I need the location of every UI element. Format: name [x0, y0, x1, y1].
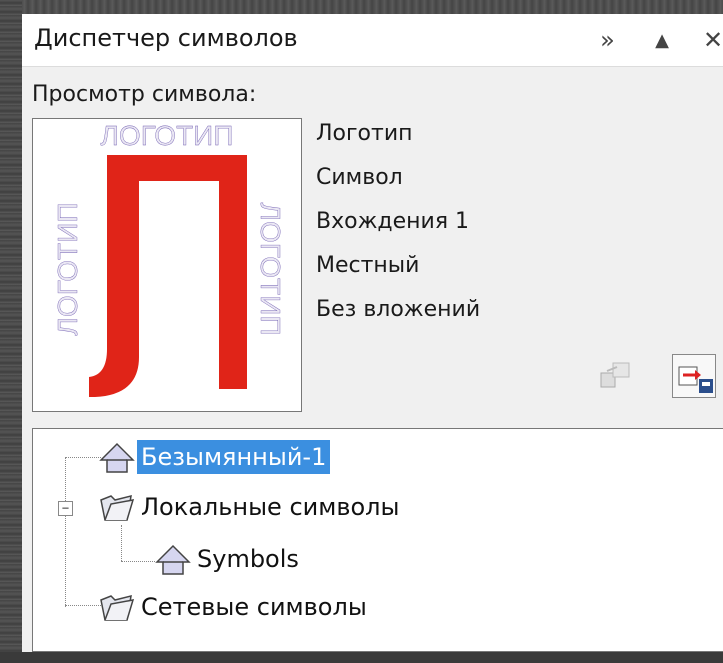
- tree-connector: [121, 525, 122, 561]
- tree-item-label: Локальные символы: [141, 493, 400, 521]
- tree-item-local-symbols[interactable]: Локальные символы: [97, 487, 403, 527]
- collapse-up-button[interactable]: ▲: [644, 20, 680, 60]
- symbol-info: Логотип Символ Вхождения 1 Местный Без в…: [316, 118, 480, 338]
- background-top: [0, 0, 723, 14]
- symbol-manager-panel: Диспетчер символов » ▲ ✕ Просмотр символ…: [22, 14, 723, 652]
- symbol-tree: − Безымянный-1 Локальные символы Symbols: [32, 428, 723, 652]
- preview-label: Просмотр символа:: [32, 82, 257, 107]
- logo-letter: [89, 155, 247, 397]
- export-library-button[interactable]: [672, 354, 716, 398]
- symbol-name: Логотип: [316, 121, 413, 146]
- logo-text-top: ЛОГОТИП: [101, 120, 234, 151]
- tree-item-symbols[interactable]: Symbols: [153, 539, 303, 579]
- panel-titlebar: Диспетчер символов » ▲ ✕: [22, 14, 723, 67]
- insert-symbol-button[interactable]: [594, 354, 638, 398]
- symbol-icon: [99, 442, 135, 473]
- symbol-type: Символ: [316, 165, 403, 190]
- panel-title: Диспетчер символов: [34, 24, 298, 52]
- logo-preview-image: ЛОГОТИП ЛОГОТИП ЛОГОТИП: [52, 120, 286, 397]
- tree-connector: [121, 561, 155, 562]
- insert-symbol-icon: [600, 362, 630, 388]
- tree-item-network-symbols[interactable]: Сетевые символы: [97, 587, 371, 627]
- close-button[interactable]: ✕: [698, 20, 723, 60]
- folder-icon: [100, 594, 135, 621]
- tree-connector: [65, 457, 101, 458]
- logo-text-right: ЛОГОТИП: [255, 203, 286, 336]
- symbol-nesting: Без вложений: [316, 297, 481, 322]
- tree-connector: [65, 457, 66, 607]
- tree-item-label: Symbols: [197, 545, 299, 573]
- export-library-icon: [678, 366, 713, 393]
- symbol-icon: [155, 544, 191, 575]
- expand-button[interactable]: »: [588, 20, 624, 60]
- tree-item-label: Сетевые символы: [141, 593, 367, 621]
- logo-text-left: ЛОГОТИП: [52, 203, 83, 336]
- background-left: [0, 0, 22, 663]
- tree-connector: [65, 605, 101, 606]
- symbol-occurrences: Вхождения 1: [316, 209, 470, 234]
- background-bottom: [0, 652, 723, 663]
- tree-expander-local[interactable]: −: [58, 501, 73, 516]
- folder-icon: [100, 494, 135, 521]
- symbol-scope: Местный: [316, 253, 420, 278]
- tree-item-label: Безымянный-1: [137, 440, 331, 474]
- symbol-preview: ЛОГОТИП ЛОГОТИП ЛОГОТИП: [32, 118, 302, 412]
- tree-item-untitled[interactable]: Безымянный-1: [97, 437, 331, 477]
